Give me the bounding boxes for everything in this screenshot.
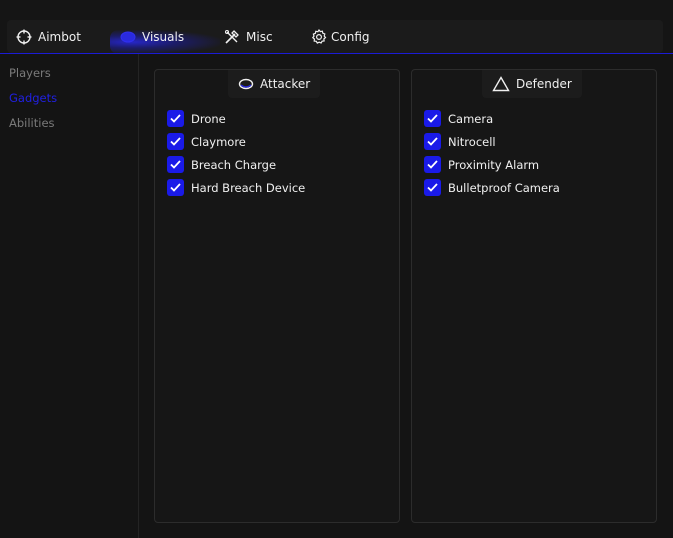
sidebar-item-abilities[interactable]: Abilities — [9, 116, 55, 130]
attacker-panel-title: Attacker — [260, 77, 311, 91]
checkbox-row-nitrocell[interactable]: Nitrocell — [424, 133, 496, 150]
checkbox-checked[interactable] — [424, 133, 441, 150]
tab-label: Config — [331, 29, 370, 44]
checkbox-row-drone[interactable]: Drone — [167, 110, 226, 127]
top-navigation-bar: Aimbot Visuals Misc Config — [0, 0, 673, 54]
checkbox-checked[interactable] — [167, 179, 184, 196]
checkbox-checked[interactable] — [167, 110, 184, 127]
checkbox-row-breach-charge[interactable]: Breach Charge — [167, 156, 276, 173]
defender-panel-header: Defender — [482, 70, 582, 98]
checkbox-label: Breach Charge — [191, 157, 277, 172]
defender-panel-title: Defender — [516, 77, 572, 91]
triangle-icon — [492, 76, 510, 92]
gear-icon — [311, 28, 327, 45]
sidebar-item-gadgets[interactable]: Gadgets — [9, 91, 57, 105]
checkbox-checked[interactable] — [424, 179, 441, 196]
checkbox-row-hard-breach-device[interactable]: Hard Breach Device — [167, 179, 305, 196]
checkbox-label: Hard Breach Device — [191, 180, 306, 195]
tools-icon — [224, 29, 240, 45]
defender-panel: Defender Camera Nitrocell Proximity Alar… — [411, 69, 657, 523]
tab-misc[interactable]: Misc — [224, 20, 273, 53]
checkbox-label: Camera — [448, 111, 494, 126]
tab-label: Visuals — [142, 29, 185, 44]
tab-label: Misc — [246, 29, 273, 44]
checkbox-checked[interactable] — [424, 156, 441, 173]
tab-label: Aimbot — [38, 29, 81, 44]
checkbox-label: Proximity Alarm — [448, 157, 540, 172]
eye-icon — [120, 29, 136, 45]
tab-aimbot[interactable]: Aimbot — [16, 20, 81, 53]
checkbox-row-claymore[interactable]: Claymore — [167, 133, 246, 150]
checkbox-label: Bulletproof Camera — [448, 180, 560, 195]
checkbox-checked[interactable] — [167, 133, 184, 150]
checkbox-row-camera[interactable]: Camera — [424, 110, 493, 127]
attacker-panel-header: Attacker — [228, 70, 321, 98]
sidebar-item-players[interactable]: Players — [9, 66, 51, 80]
checkbox-label: Claymore — [191, 134, 246, 149]
tab-config[interactable]: Config — [311, 20, 370, 53]
tab-visuals[interactable]: Visuals — [110, 20, 220, 54]
checkbox-row-bulletproof-camera[interactable]: Bulletproof Camera — [424, 179, 560, 196]
ellipse-icon — [238, 78, 254, 90]
crosshair-icon — [16, 29, 32, 45]
checkbox-row-proximity-alarm[interactable]: Proximity Alarm — [424, 156, 539, 173]
checkbox-label: Nitrocell — [448, 134, 496, 149]
attacker-panel: Attacker Drone Claymore Breach Charge Ha… — [154, 69, 400, 523]
checkbox-label: Drone — [191, 111, 226, 126]
main-content: Attacker Drone Claymore Breach Charge Ha… — [139, 54, 673, 538]
sidebar: Players Gadgets Abilities — [0, 54, 139, 538]
checkbox-checked[interactable] — [167, 156, 184, 173]
checkbox-checked[interactable] — [424, 110, 441, 127]
